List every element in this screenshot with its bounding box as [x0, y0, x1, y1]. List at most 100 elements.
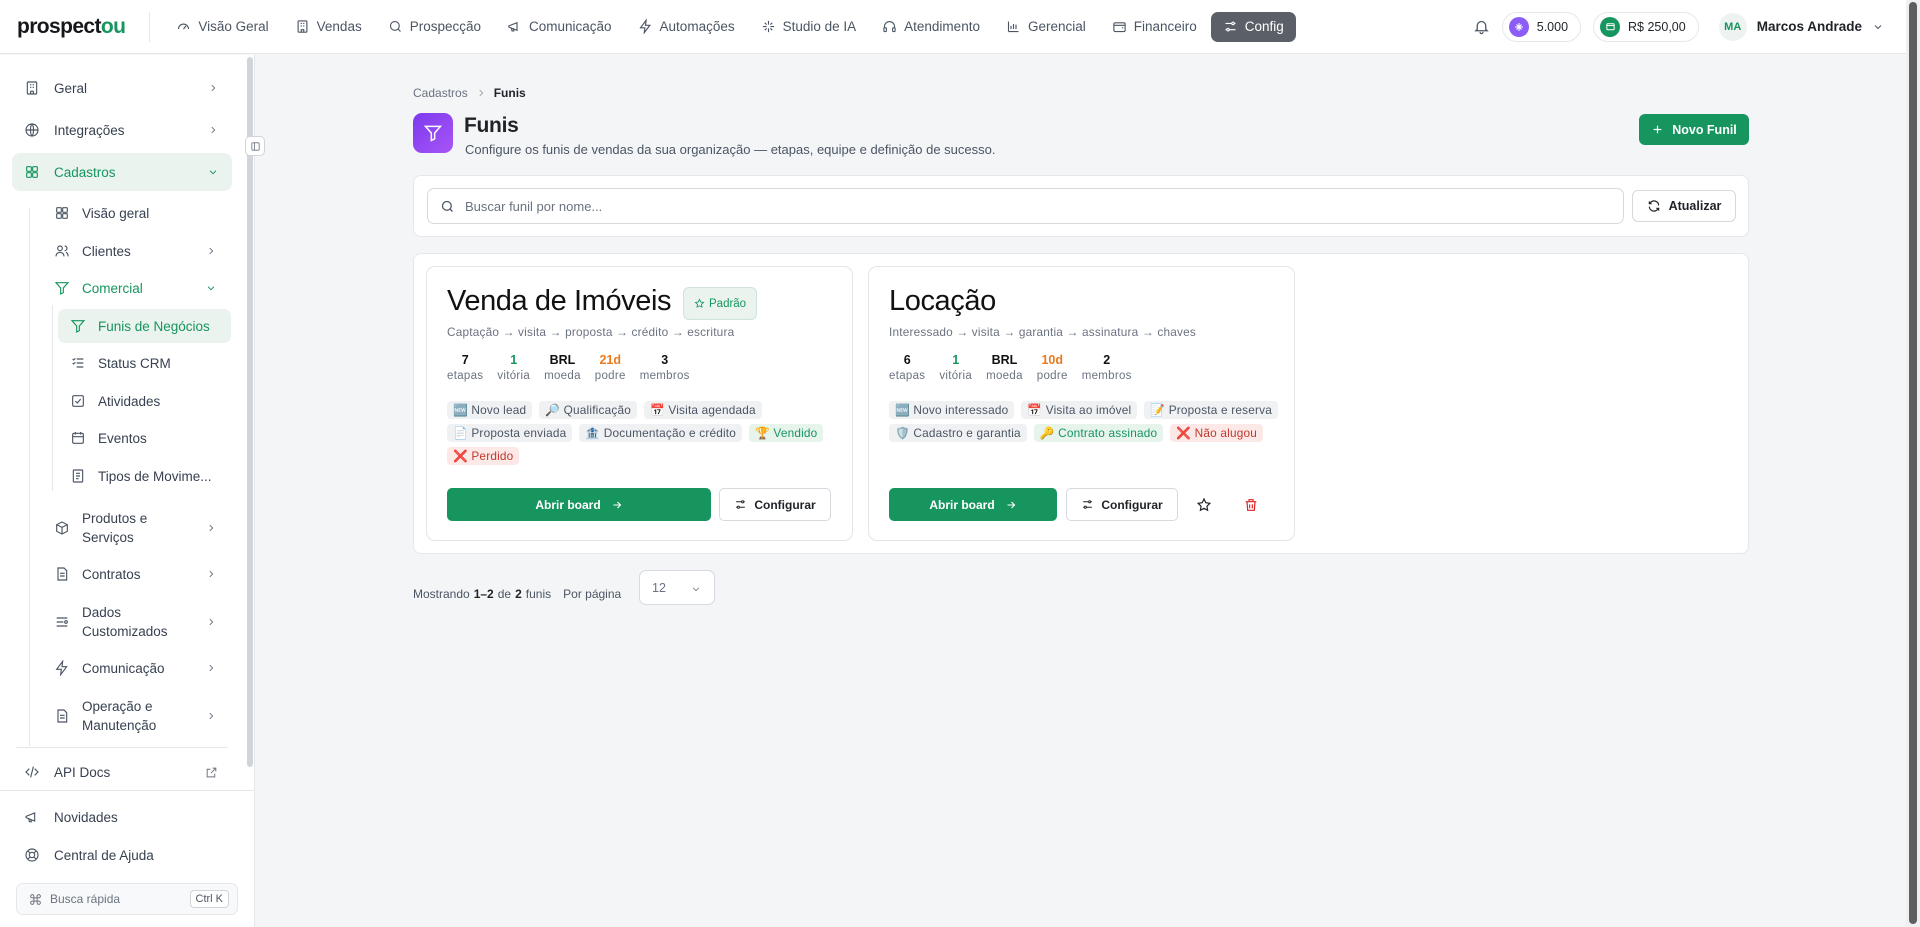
building-icon	[24, 80, 40, 96]
refresh-button[interactable]: Atualizar	[1632, 190, 1736, 222]
funnel-flow: Captação → visita → proposta → crédito →…	[447, 325, 735, 339]
filter-icon	[54, 280, 70, 296]
open-board-button[interactable]: Abrir board	[447, 488, 711, 521]
nav-label: Comunicação	[529, 19, 612, 34]
sidebar-item-contratos[interactable]: Contratos	[44, 556, 230, 592]
sidebar-item-eventos[interactable]: Eventos	[58, 421, 231, 455]
nav-prospeccao[interactable]: Prospecção	[376, 12, 493, 42]
chevron-right-icon	[209, 247, 214, 255]
sidebar-item-label: Novidades	[54, 809, 118, 825]
pager-of: de	[497, 587, 512, 601]
configure-button[interactable]: Configurar	[1066, 488, 1178, 521]
credits-value: 5.000	[1536, 19, 1569, 34]
top-right: 5.000 R$ 250,00 MA Marcos Andrade	[1473, 11, 1884, 42]
nav-config[interactable]: Config	[1210, 11, 1296, 42]
pager-prefix: Mostrando	[413, 587, 470, 601]
stat-vitoria: 1 vitória	[939, 353, 972, 382]
sidebar-item-status-crm[interactable]: Status CRM	[58, 346, 231, 380]
stat-value: 10d	[1041, 353, 1064, 367]
sidebar-item-geral[interactable]: Geral	[12, 69, 232, 107]
nav-vendas[interactable]: Vendas	[283, 12, 374, 42]
nav-label: Visão Geral	[198, 19, 269, 34]
main-nav: Visão Geral Vendas Prospecção Comunicaçã…	[164, 11, 1296, 42]
sidebar-item-funis[interactable]: Funis de Negócios	[58, 309, 231, 343]
sidebar-item-dados-customizados[interactable]: Dados Customizados	[44, 600, 230, 644]
sidebar-scrollbar[interactable]	[247, 57, 253, 767]
label-line-1: Produtos e	[82, 511, 148, 526]
chevron-right-icon	[211, 84, 216, 92]
tree-line	[52, 305, 53, 491]
sidebar-item-label: Comunicação	[82, 660, 165, 676]
chevron-right-icon	[476, 88, 486, 98]
configure-button[interactable]: Configurar	[719, 488, 831, 521]
label-line-2: Serviços	[82, 530, 134, 545]
nav-comunicacao[interactable]: Comunicação	[495, 12, 624, 42]
default-badge: Padrão	[683, 287, 758, 320]
sidebar-item-cadastros[interactable]: Cadastros	[12, 153, 232, 191]
chevron-right-icon	[209, 664, 214, 672]
set-default-star-icon[interactable]	[1187, 488, 1220, 521]
nav-financeiro[interactable]: Financeiro	[1100, 12, 1209, 42]
sidebar-item-novidades[interactable]: Novidades	[12, 798, 232, 836]
document-icon	[54, 566, 70, 582]
checkbox-icon	[70, 393, 86, 409]
page-scrollbar[interactable]	[1906, 0, 1920, 927]
stat-label: podre	[594, 370, 626, 382]
nav-atendimento[interactable]: Atendimento	[870, 12, 992, 42]
sidebar-item-comercial[interactable]: Comercial	[44, 270, 230, 306]
sidebar-item-produtos[interactable]: Produtos e Serviços	[44, 506, 230, 550]
stage-list: 🆕 Novo lead 🔎 Qualificação 📅 Visita agen…	[447, 401, 837, 465]
logo[interactable]: prospectou	[17, 14, 126, 39]
sidebar-item-visao-geral[interactable]: Visão geral	[44, 195, 230, 231]
sidebar-item-comunicacao[interactable]: Comunicação	[44, 650, 230, 686]
stage-chip-lost: ❌ Perdido	[447, 447, 520, 465]
chevron-right-icon	[211, 126, 216, 134]
search-input[interactable]: Buscar funil por nome...	[427, 188, 1624, 224]
per-page-select[interactable]: 12	[639, 570, 715, 605]
stat-label: vitória	[939, 370, 973, 382]
chevron-right-icon	[209, 618, 214, 626]
bell-icon[interactable]	[1473, 18, 1490, 35]
logo-main: prospect	[17, 14, 101, 38]
sidebar-item-operacao[interactable]: Operação e Manutenção	[44, 694, 230, 738]
sliders-icon	[1223, 19, 1238, 34]
sidebar-item-ajuda[interactable]: Central de Ajuda	[12, 836, 232, 874]
avatar: MA	[1718, 12, 1747, 41]
sidebar-toggle-icon[interactable]	[245, 136, 265, 156]
user-menu[interactable]: MA Marcos Andrade	[1718, 12, 1884, 41]
sidebar-item-atividades[interactable]: Atividades	[58, 384, 231, 418]
building-icon	[295, 19, 310, 34]
breadcrumb-parent[interactable]: Cadastros	[413, 86, 468, 100]
stage-list: 🆕 Novo interessado 📅 Visita ao imóvel 📝 …	[889, 401, 1279, 442]
stat-label: etapas	[447, 370, 484, 382]
credits-pill[interactable]: 5.000	[1501, 11, 1582, 42]
sidebar-item-api-docs[interactable]: API Docs	[12, 753, 232, 791]
sidebar-item-clientes[interactable]: Clientes	[44, 233, 230, 269]
balance-pill[interactable]: R$ 250,00	[1593, 11, 1699, 42]
nav-label: Automações	[659, 19, 735, 34]
nav-label: Studio de IA	[782, 19, 857, 34]
logo-accent: ou	[100, 14, 126, 38]
new-funnel-button[interactable]: Novo Funil	[1639, 114, 1749, 145]
quick-search[interactable]: Busca rápida Ctrl K	[16, 883, 238, 915]
stat-value: BRL	[991, 353, 1018, 367]
scrollbar-thumb[interactable]	[1909, 2, 1917, 924]
stat-moeda: BRL moeda	[544, 353, 581, 382]
nav-visao-geral[interactable]: Visão Geral	[164, 12, 280, 42]
delete-trash-icon[interactable]	[1234, 488, 1267, 521]
open-board-button[interactable]: Abrir board	[889, 488, 1057, 521]
nav-automacoes[interactable]: Automações	[626, 12, 747, 42]
pagination-info: Mostrando 1–2 de 2 funis Por página	[413, 587, 621, 601]
sidebar-item-tipos-movimento[interactable]: Tipos de Movime...	[58, 459, 231, 493]
sidebar-item-integracoes[interactable]: Integrações	[12, 111, 232, 149]
configure-label: Configurar	[754, 497, 816, 512]
sidebar-item-label: Geral	[54, 80, 88, 96]
stage-chip: 🆕 Novo lead	[447, 401, 533, 419]
stage-chip: 📅 Visita agendada	[643, 401, 762, 419]
stat-label: podre	[1036, 370, 1068, 382]
nav-gerencial[interactable]: Gerencial	[994, 12, 1098, 42]
document-icon	[54, 708, 70, 724]
calendar-icon	[70, 430, 86, 446]
nav-studio-ia[interactable]: Studio de IA	[749, 12, 869, 42]
stat-membros: 2 membros	[1082, 353, 1132, 382]
